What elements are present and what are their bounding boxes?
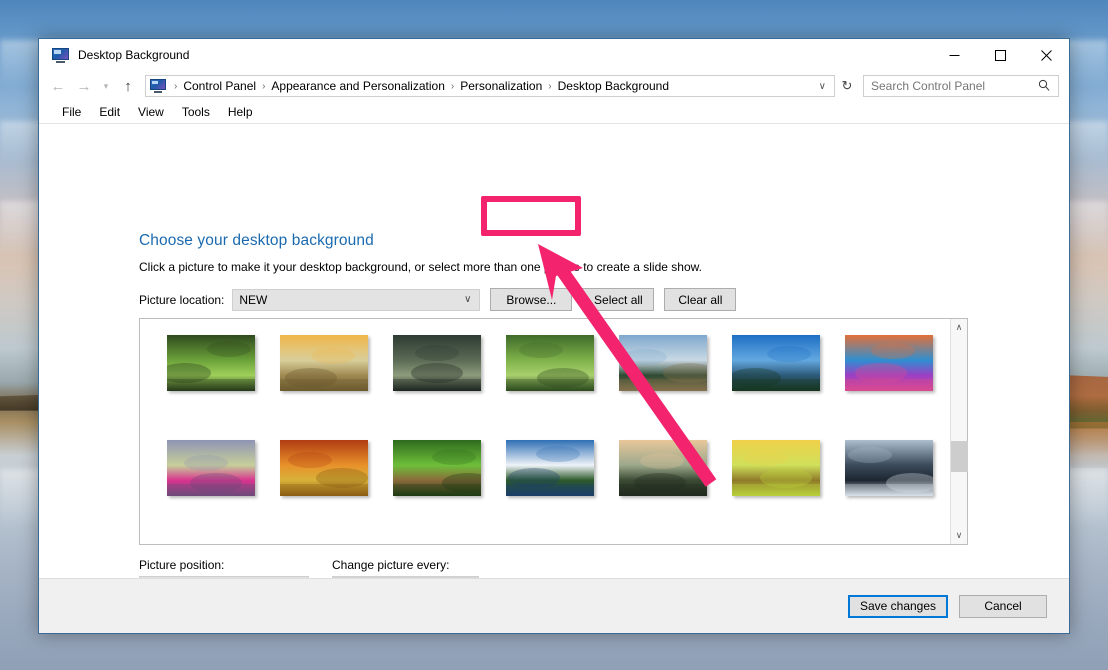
breadcrumb[interactable]: › Control Panel › Appearance and Persona…: [145, 75, 835, 97]
picture-thumbnail-cell[interactable]: [719, 335, 832, 440]
recent-locations-button[interactable]: ▾: [97, 73, 115, 99]
back-button[interactable]: ←: [45, 73, 71, 99]
thumbnail-hillside-haystacks-sunrise[interactable]: [279, 335, 368, 391]
picture-thumbnail-cell[interactable]: [493, 335, 606, 440]
breadcrumb-item-personalization[interactable]: Personalization: [457, 79, 545, 93]
picture-list[interactable]: ∧ ∨: [139, 318, 968, 545]
picture-thumbnail-cell[interactable]: [380, 440, 493, 545]
picture-thumbnail-cell[interactable]: [719, 440, 832, 545]
select-all-button[interactable]: Select all: [582, 288, 655, 311]
menu-bar: File Edit View Tools Help: [39, 101, 1069, 124]
change-picture-every-label: Change picture every:: [332, 558, 450, 572]
breadcrumb-item-appearance[interactable]: Appearance and Personalization: [268, 79, 447, 93]
cancel-button[interactable]: Cancel: [959, 594, 1047, 618]
breadcrumb-separator: ›: [548, 80, 552, 92]
search-input[interactable]: Search Control Panel: [863, 75, 1059, 97]
save-changes-button[interactable]: Save changes: [848, 594, 948, 618]
thumbnail-park-lawn-winding-path[interactable]: [505, 335, 594, 391]
picture-thumbnail-cell[interactable]: [154, 440, 267, 545]
thumbnail-blue-mountain-valley[interactable]: [731, 335, 820, 391]
chevron-down-icon[interactable]: ∨: [811, 81, 834, 92]
breadcrumb-item-desktop-background[interactable]: Desktop Background: [555, 79, 672, 93]
menu-item-tools[interactable]: Tools: [173, 103, 219, 121]
picture-thumbnail-cell[interactable]: [832, 335, 945, 440]
picture-thumbnail-cell[interactable]: [267, 335, 380, 440]
window-controls: [931, 39, 1069, 71]
clear-all-button[interactable]: Clear all: [664, 288, 737, 311]
thumbnail-wooden-bench-meadow-dusk[interactable]: [392, 335, 481, 391]
picture-location-select[interactable]: NEW ∨: [232, 288, 481, 311]
shuffle-label: Shuffle: [513, 577, 550, 578]
refresh-icon[interactable]: ↻: [835, 75, 859, 97]
change-picture-every-select[interactable]: 30 minutes ∨: [332, 576, 479, 578]
thumbnail-white-clouds-over-river[interactable]: [505, 440, 594, 496]
picture-list-scrollbar[interactable]: ∧ ∨: [950, 319, 968, 544]
dialog-footer: Save changes Cancel: [39, 578, 1069, 633]
scroll-up-icon[interactable]: ∧: [951, 319, 968, 336]
menu-item-view[interactable]: View: [129, 103, 173, 121]
forward-button[interactable]: →: [71, 73, 97, 99]
thumbnail-snowy-mountain-ridge[interactable]: [844, 440, 933, 496]
picture-position-select[interactable]: Fill ∨: [139, 576, 309, 578]
menu-item-edit[interactable]: Edit: [90, 103, 129, 121]
search-icon[interactable]: [1038, 79, 1058, 94]
picture-thumbnail-cell[interactable]: [606, 440, 719, 545]
breadcrumb-item-control-panel[interactable]: Control Panel: [180, 79, 259, 93]
thumbnail-sunlit-forest-path[interactable]: [166, 335, 255, 391]
thumbnail-golden-wheat-field-sunset[interactable]: [279, 440, 368, 496]
address-bar: ← → ▾ ↑ › Control Panel › Appearance and…: [39, 71, 1069, 101]
chevron-down-icon: ∨: [464, 294, 472, 305]
scroll-down-icon[interactable]: ∨: [951, 527, 968, 544]
desktop-background-icon: [52, 47, 69, 63]
page-description: Click a picture to make it your desktop …: [139, 260, 702, 274]
window-title: Desktop Background: [78, 48, 190, 62]
breadcrumb-separator: ›: [174, 80, 178, 92]
title-bar[interactable]: Desktop Background: [39, 39, 1069, 71]
desktop-background-window: Desktop Background ← → ▾ ↑ › Control Pan…: [38, 38, 1070, 634]
breadcrumb-separator: ›: [450, 80, 455, 92]
thumbnail-sunlit-yellow-meadow-tree[interactable]: [731, 440, 820, 496]
scrollbar-thumb[interactable]: [950, 441, 968, 472]
thumbnail-misty-field-lone-tree-dawn[interactable]: [618, 440, 707, 496]
menu-item-help[interactable]: Help: [219, 103, 262, 121]
shuffle-checkbox-row[interactable]: Shuffle: [493, 577, 550, 578]
thumbnail-lake-shore-pine-tree[interactable]: [618, 335, 707, 391]
picture-location-label: Picture location:: [139, 292, 225, 307]
picture-thumbnail-cell[interactable]: [832, 440, 945, 545]
close-button[interactable]: [1023, 39, 1069, 71]
thumbnail-pink-wildflowers-mountains[interactable]: [166, 440, 255, 496]
maximize-button[interactable]: [977, 39, 1023, 71]
breadcrumb-icon: [150, 79, 166, 93]
picture-thumbnail-cell[interactable]: [267, 440, 380, 545]
picture-location-value: NEW: [239, 292, 268, 307]
picture-position-label: Picture position:: [139, 558, 225, 572]
page-title: Choose your desktop background: [139, 232, 374, 249]
shuffle-checkbox[interactable]: [493, 577, 506, 578]
thumbnail-lupine-field-sunset-lake[interactable]: [844, 335, 933, 391]
picture-thumbnail-cell[interactable]: [380, 335, 493, 440]
picture-thumbnail-cell[interactable]: [154, 335, 267, 440]
scrollbar-track[interactable]: [950, 336, 968, 527]
menu-item-file[interactable]: File: [53, 103, 90, 121]
main-content: Choose your desktop background Click a p…: [39, 124, 1069, 578]
picture-thumbnail-cell[interactable]: [493, 440, 606, 545]
minimize-button[interactable]: [931, 39, 977, 71]
breadcrumb-separator: ›: [262, 80, 266, 92]
picture-thumbnail-cell[interactable]: [606, 335, 719, 440]
thumbnail-green-leaves-tree-trunk[interactable]: [392, 440, 481, 496]
picture-grid: [140, 319, 950, 544]
picture-location-row: Picture location: NEW ∨ Browse... Select…: [139, 288, 737, 311]
browse-button[interactable]: Browse...: [490, 288, 573, 311]
up-button[interactable]: ↑: [115, 73, 141, 99]
search-placeholder: Search Control Panel: [871, 79, 986, 93]
